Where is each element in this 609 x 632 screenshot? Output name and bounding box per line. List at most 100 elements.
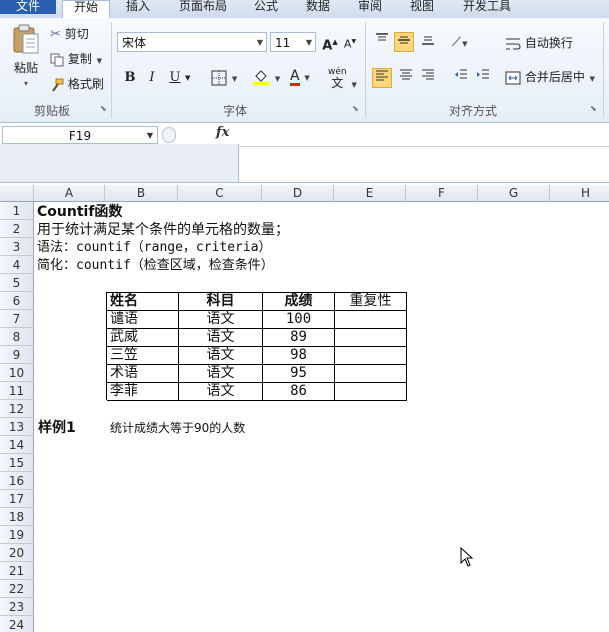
row-header[interactable]: 22 <box>0 580 34 598</box>
row-header[interactable]: 5 <box>0 274 34 292</box>
row-header[interactable]: 14 <box>0 436 34 454</box>
tab-insert[interactable]: 插入 <box>116 0 160 18</box>
column-header-b[interactable]: B <box>105 185 178 202</box>
table-cell[interactable]: 98 <box>263 347 335 365</box>
formula-bar-resize-handle[interactable] <box>162 127 176 143</box>
row-header[interactable]: 3 <box>0 238 34 256</box>
column-header-g[interactable]: G <box>478 185 550 202</box>
decrease-indent-button[interactable] <box>451 68 471 88</box>
row-header[interactable]: 11 <box>0 382 34 400</box>
cell-a2[interactable]: 用于统计满足某个条件的单元格的数量； <box>37 221 289 239</box>
tab-file[interactable]: 文件 <box>0 0 56 14</box>
table-cell[interactable]: 语文 <box>179 311 263 329</box>
table-header-cell[interactable]: 姓名 <box>107 293 179 311</box>
align-middle-button[interactable] <box>394 32 414 52</box>
table-cell[interactable]: 语文 <box>179 365 263 383</box>
chevron-down-icon[interactable]: ▼ <box>185 70 190 86</box>
row-header[interactable]: 9 <box>0 346 34 364</box>
tab-home[interactable]: 开始 <box>62 0 110 19</box>
align-right-button[interactable] <box>418 68 438 88</box>
align-top-button[interactable] <box>372 32 392 52</box>
column-header-c[interactable]: C <box>178 185 262 202</box>
cell-a4[interactable]: 简化：countif（检查区域，检查条件） <box>37 257 274 275</box>
format-painter-button[interactable]: 格式刷 <box>50 76 104 92</box>
copy-button[interactable]: 复制 ▼ <box>50 51 102 69</box>
table-cell[interactable]: 89 <box>263 329 335 347</box>
underline-button[interactable]: U <box>165 68 185 88</box>
cell-a13[interactable]: 样例1 <box>38 419 76 437</box>
table-cell[interactable]: 86 <box>263 383 335 401</box>
table-cell[interactable]: 语文 <box>179 329 263 347</box>
row-header[interactable]: 15 <box>0 454 34 472</box>
cell-b13[interactable]: 统计成绩大等于90的人数 <box>110 419 245 437</box>
tab-review[interactable]: 审阅 <box>350 0 390 18</box>
row-header[interactable]: 2 <box>0 220 34 238</box>
column-header-h[interactable]: H <box>550 185 609 202</box>
clipboard-launcher-icon[interactable]: ⬊ <box>100 105 108 113</box>
row-header[interactable]: 13 <box>0 418 34 436</box>
table-cell[interactable]: 谴语 <box>107 311 179 329</box>
row-header[interactable]: 20 <box>0 544 34 562</box>
table-cell[interactable]: 李菲 <box>107 383 179 401</box>
align-left-button[interactable] <box>372 68 392 88</box>
row-header[interactable]: 4 <box>0 256 34 274</box>
row-header[interactable]: 17 <box>0 490 34 508</box>
insert-function-button[interactable]: fx <box>216 125 229 140</box>
table-cell[interactable]: 术语 <box>107 365 179 383</box>
table-cell[interactable] <box>335 383 407 401</box>
grow-font-button[interactable]: A▲ <box>320 32 340 53</box>
column-header-e[interactable]: E <box>334 185 406 202</box>
column-header-a[interactable]: A <box>34 185 105 202</box>
table-cell[interactable]: 语文 <box>179 383 263 401</box>
table-cell[interactable]: 三笠 <box>107 347 179 365</box>
tab-developer[interactable]: 开发工具 <box>454 0 520 18</box>
borders-button[interactable]: ▼ <box>211 69 237 87</box>
row-header[interactable]: 7 <box>0 310 34 328</box>
increase-indent-button[interactable] <box>473 68 493 88</box>
row-header[interactable]: 16 <box>0 472 34 490</box>
row-header[interactable]: 10 <box>0 364 34 382</box>
row-header[interactable]: 23 <box>0 598 34 616</box>
italic-button[interactable]: I <box>142 68 162 88</box>
paste-button[interactable]: 粘贴 ▾ <box>8 24 44 94</box>
formula-input[interactable] <box>238 124 609 147</box>
cut-button[interactable]: ✂ 剪切 <box>50 26 89 43</box>
wrap-text-button[interactable]: 自动换行 <box>505 35 573 51</box>
font-size-combo[interactable]: 11 ▼ <box>270 32 316 52</box>
row-header[interactable]: 6 <box>0 292 34 310</box>
font-launcher-icon[interactable]: ⬊ <box>352 105 360 113</box>
alignment-launcher-icon[interactable]: ⬊ <box>590 105 598 113</box>
table-cell[interactable]: 武威 <box>107 329 179 347</box>
table-cell[interactable] <box>335 329 407 347</box>
chevron-down-icon[interactable]: ▼ <box>147 127 153 145</box>
cell-a1[interactable]: Countif函数 <box>37 203 122 221</box>
select-all-corner[interactable] <box>0 185 34 202</box>
row-header[interactable]: 21 <box>0 562 34 580</box>
row-header[interactable]: 8 <box>0 328 34 346</box>
table-cell[interactable] <box>335 311 407 329</box>
tab-view[interactable]: 视图 <box>402 0 442 18</box>
column-header-f[interactable]: F <box>406 185 478 202</box>
merge-center-button[interactable]: 合并后居中 ▼ <box>505 69 595 87</box>
name-box[interactable]: F19 ▼ <box>2 126 158 144</box>
align-bottom-button[interactable] <box>418 32 438 52</box>
tab-data[interactable]: 数据 <box>298 0 338 18</box>
table-header-cell[interactable]: 成绩 <box>263 293 335 311</box>
orientation-button[interactable]: ⟋▼ <box>452 34 468 52</box>
tab-page-layout[interactable]: 页面布局 <box>170 0 236 18</box>
row-header[interactable]: 18 <box>0 508 34 526</box>
row-header[interactable]: 12 <box>0 400 34 418</box>
row-header[interactable]: 24 <box>0 616 34 632</box>
font-color-button[interactable]: A ▼ <box>290 68 310 86</box>
phonetic-button[interactable]: wén 文 ▼ <box>328 68 357 93</box>
row-header[interactable]: 19 <box>0 526 34 544</box>
row-header[interactable]: 1 <box>0 202 34 220</box>
table-cell[interactable]: 95 <box>263 365 335 383</box>
shrink-font-button[interactable]: A▼ <box>340 32 360 52</box>
table-cell[interactable]: 100 <box>263 311 335 329</box>
fill-color-button[interactable]: ▼ <box>252 68 280 87</box>
table-cell[interactable] <box>335 365 407 383</box>
worksheet-grid[interactable]: A B C D E F G H 1 2 3 4 5 6 7 8 9 10 11 … <box>0 185 609 632</box>
align-center-button[interactable] <box>396 68 416 88</box>
column-header-d[interactable]: D <box>262 185 334 202</box>
